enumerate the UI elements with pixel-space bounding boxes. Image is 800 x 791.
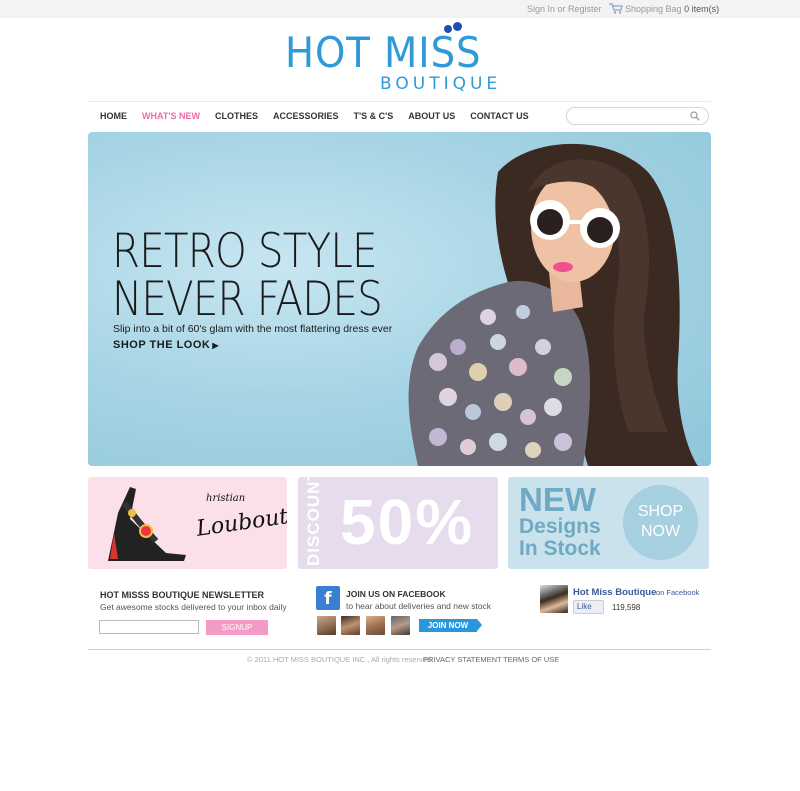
terms-of-use-link[interactable]: TERMS OF USE [503,655,559,664]
facebook-title: JOIN US ON FACEBOOK [346,589,446,599]
hero-headline-line1: RETRO STYLE [112,224,378,279]
facebook-subtitle: to hear about deliveries and new stock [346,601,492,611]
sign-in-register-link[interactable]: Sign In or Register [527,4,602,14]
newsletter-email-input[interactable] [99,620,199,634]
signup-button[interactable]: SIGNUP [206,620,268,635]
brand-logo[interactable]: HOT MISS BOUTIQUE [283,22,523,94]
nav-item-about-us[interactable]: ABOUT US [408,111,455,121]
search-icon[interactable] [690,111,700,121]
shop-the-look-link[interactable]: SHOP THE LOOK ▶ [113,339,219,351]
brand-name: HOT MISS [285,28,482,77]
shopping-bag-link[interactable]: Shopping Bag 0 item(s) [625,4,719,14]
like-label: Like [577,602,592,611]
facebook-icon[interactable]: f [316,586,340,610]
search-input[interactable] [575,110,685,122]
shop-now-line1: SHOP [637,503,684,520]
fan-avatar[interactable] [341,616,360,635]
shop-now-badge[interactable]: SHOP NOW [623,485,698,560]
arrow-right-icon: ▶ [212,341,220,350]
discount-value: 50% [340,486,475,558]
new-designs-line3: In Stock [519,537,601,560]
fan-avatar[interactable] [391,616,410,635]
fan-avatar[interactable] [317,616,336,635]
like-count: 119,598 [612,603,641,612]
footer-divider [88,649,711,650]
hero-headline: RETRO STYLE NEVER FADES [112,224,383,327]
louboutin-text-1: hristian [206,493,246,504]
discount-label: DISCOUNT [304,477,323,566]
brand-tagline: BOUTIQUE [380,74,502,94]
shopping-bag-count: 0 item(s) [684,4,720,14]
shopping-cart-icon[interactable] [609,3,623,14]
nav-item-home[interactable]: HOME [100,111,127,121]
hero-banner[interactable]: RETRO STYLE NEVER FADES Slip into a bit … [88,132,711,466]
fan-avatar[interactable] [366,616,385,635]
main-nav: HOME WHAT'S NEW CLOTHES ACCESSORIES T'S … [100,111,544,121]
promo-new-designs[interactable]: NEW Designs In Stock SHOP NOW [508,477,709,569]
model-photo [408,143,698,466]
nav-item-contact-us[interactable]: CONTACT US [470,111,528,121]
hero-subtitle: Slip into a bit of 60's glam with the mo… [113,323,393,335]
nav-divider [88,101,711,102]
new-designs-line1: NEW [519,481,596,518]
hero-headline-line2: NEVER FADES [112,272,383,327]
nav-item-accessories[interactable]: ACCESSORIES [273,111,339,121]
louboutin-text-2: Louboutin [194,501,287,542]
top-bar: Sign In or Register Shopping Bag 0 item(… [0,0,800,18]
nav-item-terms[interactable]: T'S & C'S [354,111,394,121]
logo-dot [444,25,452,33]
nav-item-whats-new[interactable]: WHAT'S NEW [142,111,200,121]
new-designs-line2: Designs [519,515,601,538]
shop-now-line2: NOW [640,523,681,540]
privacy-statement-link[interactable]: PRIVACY STATEMENT [423,655,502,664]
promo-discount[interactable]: DISCOUNT 50% [298,477,498,569]
shop-the-look-label: SHOP THE LOOK [113,339,211,351]
discount-label-wrap: DISCOUNT [302,477,323,566]
newsletter-title: HOT MISSS BOUTIQUE NEWSLETTER [100,590,265,600]
promo-louboutin[interactable]: hristian Louboutin [88,477,287,569]
shopping-bag-label: Shopping Bag [625,4,682,14]
nav-item-clothes[interactable]: CLOTHES [215,111,258,121]
search-box [566,107,709,125]
logo-dot [453,22,462,31]
on-facebook-link[interactable]: on Facebook [656,588,699,597]
facebook-page-name[interactable]: Hot Miss Boutique [573,587,656,598]
page-avatar[interactable] [540,585,568,613]
like-button[interactable]: Like [573,600,604,614]
newsletter-subtitle: Get awesome stocks delivered to your inb… [100,602,287,612]
sandal-photo [108,487,186,561]
copyright: © 2011 HOT MISS BOUTIQUE INC., All right… [247,655,434,664]
join-now-button[interactable]: JOIN NOW [419,619,482,632]
